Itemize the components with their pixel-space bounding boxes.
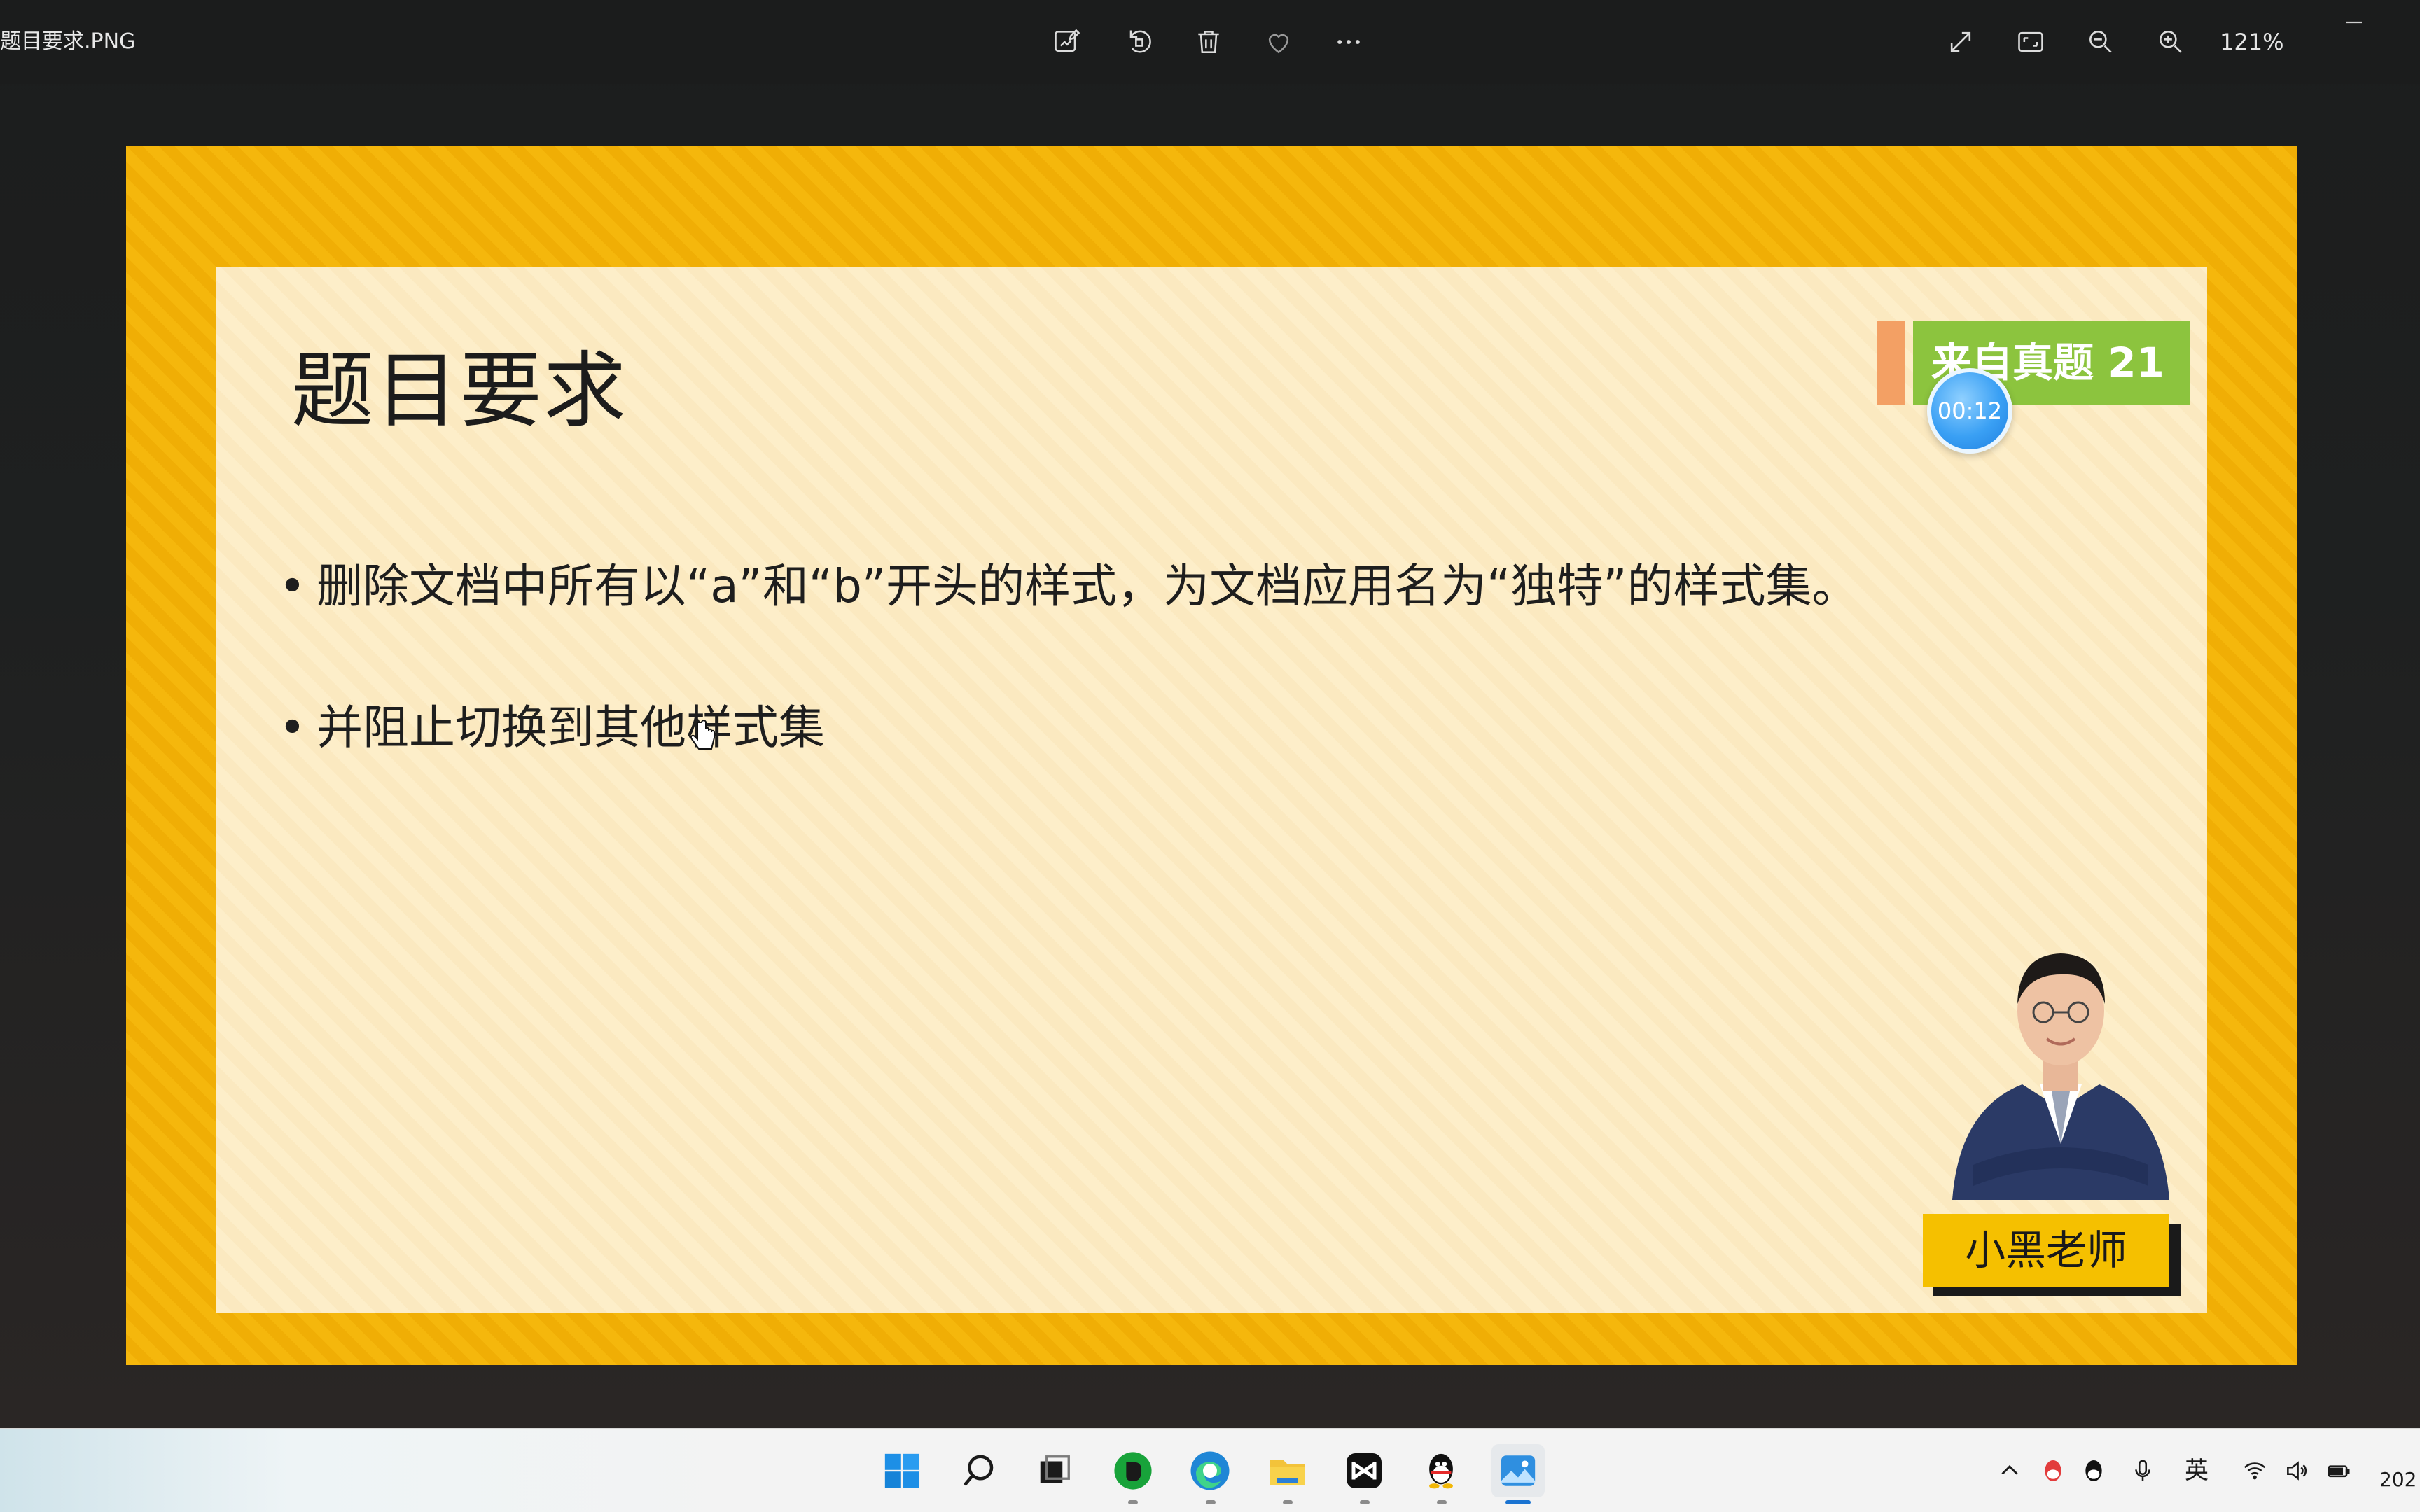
evernote-icon[interactable]: [1106, 1444, 1160, 1497]
photos-icon[interactable]: [1491, 1444, 1545, 1497]
capcut-icon[interactable]: [1337, 1444, 1391, 1497]
search-icon[interactable]: [952, 1444, 1006, 1497]
running-indicator: [1360, 1500, 1370, 1504]
qq-tray-icon[interactable]: [2036, 1454, 2070, 1488]
clock[interactable]: 202: [2379, 1468, 2416, 1491]
show-hidden-icons-icon[interactable]: [1993, 1454, 2026, 1488]
edge-icon[interactable]: [1183, 1444, 1237, 1497]
zoom-level[interactable]: 121%: [2220, 24, 2283, 60]
minimize-icon[interactable]: [2339, 7, 2370, 38]
file-explorer-icon[interactable]: [1260, 1444, 1314, 1497]
bullet-text: 并阻止切换到其他样式集: [317, 701, 825, 755]
fullscreen-icon[interactable]: [1941, 22, 1980, 62]
active-app-indicator: [1505, 1500, 1531, 1504]
running-indicator: [1128, 1500, 1138, 1504]
rotate-icon[interactable]: [1119, 22, 1158, 62]
slide-content-panel: 题目要求 • 删除文档中所有以“a”和“b”开头的样式，为文档应用名为“独特”的样…: [216, 267, 2207, 1313]
presenter-name: 小黑老师: [1923, 1214, 2169, 1287]
qq-tray-icon[interactable]: [2077, 1454, 2110, 1488]
wifi-icon[interactable]: [2238, 1454, 2272, 1488]
zoom-out-icon[interactable]: [2081, 22, 2120, 62]
running-indicator: [1437, 1500, 1447, 1504]
bullet-dot-icon: •: [279, 701, 306, 755]
presenter-photo: [1945, 934, 2176, 1200]
taskbar: 英 202: [0, 1428, 2420, 1512]
qq-icon[interactable]: [1414, 1444, 1468, 1497]
favorite-heart-icon[interactable]: [1259, 22, 1298, 62]
bullet-item: • 并阻止切换到其他样式集: [279, 690, 825, 757]
volume-icon[interactable]: [2280, 1454, 2314, 1488]
file-name: 题目要求.PNG: [0, 29, 136, 54]
microphone-icon[interactable]: [2126, 1454, 2160, 1488]
bullet-item: • 删除文档中所有以“a”和“b”开头的样式，为文档应用名为“独特”的样式集。: [279, 549, 1858, 616]
battery-icon[interactable]: [2322, 1454, 2356, 1488]
running-indicator: [1206, 1500, 1216, 1504]
title-bar: 题目要求.PNG 121%: [0, 0, 2420, 84]
running-indicator: [1283, 1500, 1293, 1504]
photos-app-window: 题目要求.PNG 121% 题目要求 • 删除文档中所有以“a”和“b”开头的样…: [0, 0, 2420, 1428]
more-options-icon[interactable]: [1329, 22, 1368, 62]
hand-cursor-icon: [689, 720, 717, 756]
zoom-in-icon[interactable]: [2151, 22, 2190, 62]
slide-image: 题目要求 • 删除文档中所有以“a”和“b”开头的样式，为文档应用名为“独特”的样…: [126, 146, 2297, 1365]
edit-image-icon[interactable]: [1048, 22, 1087, 62]
input-method-indicator[interactable]: 英: [2185, 1452, 2209, 1489]
badge-accent-bar: [1877, 321, 1905, 405]
fit-to-window-icon[interactable]: [2011, 22, 2050, 62]
slide-title: 题目要求: [291, 342, 628, 439]
delete-icon[interactable]: [1189, 22, 1228, 62]
start-icon[interactable]: [875, 1444, 929, 1497]
recording-timer[interactable]: 00:12: [1927, 368, 2012, 454]
task-view-icon[interactable]: [1028, 1444, 1081, 1497]
bullet-dot-icon: •: [279, 559, 306, 613]
bullet-text: 删除文档中所有以“a”和“b”开头的样式，为文档应用名为“独特”的样式集。: [317, 559, 1858, 613]
